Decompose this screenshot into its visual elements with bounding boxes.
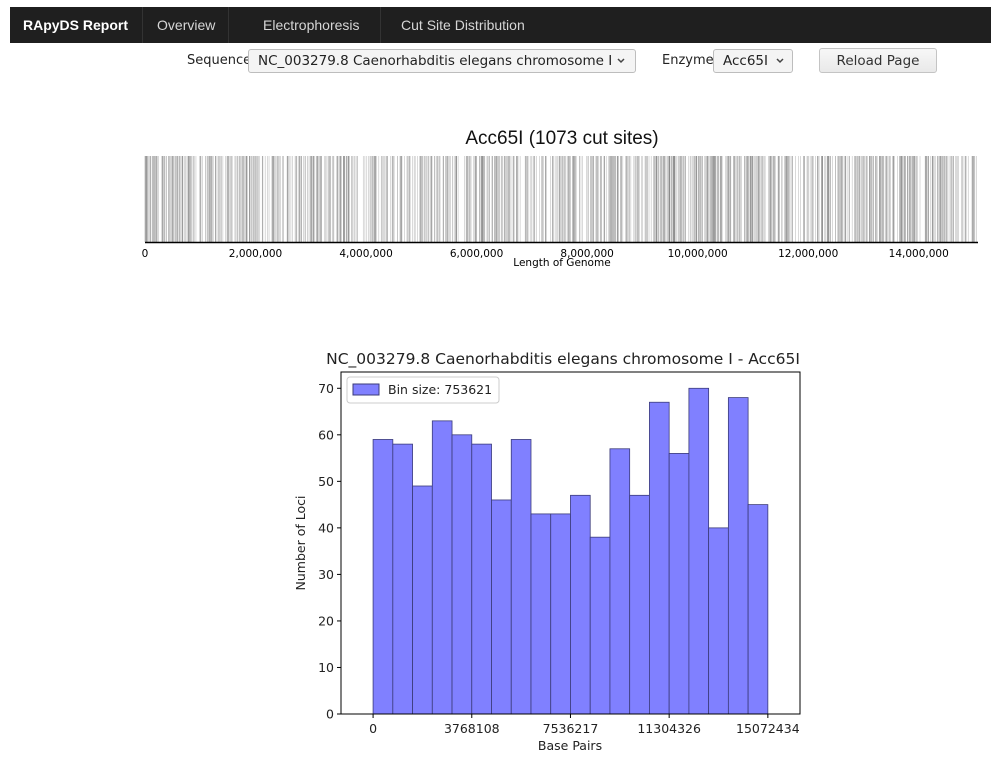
reload-page-button[interactable]: Reload Page	[819, 48, 937, 73]
histogram-bar	[510, 439, 532, 715]
enzyme-label: Enzyme:	[662, 53, 719, 68]
chevron-down-icon	[616, 54, 626, 71]
legend-swatch	[352, 383, 380, 396]
histogram-legend: Bin size: 753621	[346, 376, 500, 404]
histogram-bar	[431, 420, 453, 715]
cut-map-tick-label: 0	[142, 248, 149, 260]
y-tick-label: 20	[318, 613, 334, 628]
cut-map-tick-label: 2,000,000	[229, 248, 282, 260]
y-tick-label: 10	[318, 660, 334, 675]
cut-map-tick-label: 14,000,000	[889, 248, 949, 260]
enzyme-select-value: Acc65I	[723, 53, 769, 69]
x-tick-label: 0	[369, 721, 377, 736]
histogram-bar	[372, 439, 394, 715]
histogram-xlabel: Base Pairs	[538, 738, 602, 753]
histogram-bar	[491, 499, 512, 715]
x-tick-label: 3768108	[444, 721, 500, 736]
histogram-bar	[451, 434, 473, 715]
sequence-select[interactable]: NC_003279.8 Caenorhabditis elegans chrom…	[248, 49, 636, 73]
histogram-y-ticks: 0 10 20 30 40 50 60 70	[318, 381, 341, 722]
cut-map-tick-label: 12,000,000	[778, 248, 838, 260]
nav-electrophoresis[interactable]: Electrophoresis	[229, 7, 382, 43]
histogram-bar	[668, 453, 690, 715]
histogram-bar	[727, 397, 749, 715]
histogram-bar	[550, 513, 571, 715]
x-tick-label: 7536217	[543, 721, 599, 736]
y-tick-label: 70	[318, 381, 334, 396]
histogram-bar	[412, 485, 433, 715]
histogram-x-ticks: 0 3768108 7536217 11304326 15072434	[369, 714, 800, 736]
cut-map-title: Acc65I (1073 cut sites)	[465, 128, 659, 149]
nav-overview[interactable]: Overview	[143, 7, 230, 43]
cut-site-map: 0 2,000,000 4,000,000 6,000,000 8,000,000 10,…	[142, 156, 978, 269]
cut-map-tick-label: 6,000,000	[450, 248, 503, 260]
top-navbar: RApyDS Report Overview Electrophoresis C…	[10, 7, 991, 43]
y-tick-label: 40	[318, 520, 334, 535]
y-tick-label: 30	[318, 567, 334, 582]
cut-map-xlabel: Length of Genome	[513, 257, 610, 269]
enzyme-select[interactable]: Acc65I	[713, 49, 793, 73]
x-tick-label: 15072434	[736, 721, 800, 736]
sequence-label: Sequence:	[187, 53, 256, 68]
histogram-ylabel: Number of Loci	[293, 496, 308, 591]
x-tick-label: 11304326	[637, 721, 701, 736]
histogram-title: NC_003279.8 Caenorhabditis elegans chrom…	[326, 350, 800, 369]
histogram-bar	[688, 387, 710, 715]
cut-map-tick-label: 4,000,000	[339, 248, 392, 260]
legend-label: Bin size: 753621	[388, 382, 492, 397]
brand-link[interactable]: RApyDS Report	[10, 7, 144, 43]
controls-bar: Sequence: NC_003279.8 Caenorhabditis ele…	[0, 48, 1000, 76]
histogram-bar	[629, 494, 650, 715]
histogram-bar	[471, 443, 492, 715]
sequence-select-value: NC_003279.8 Caenorhabditis elegans chrom…	[258, 53, 613, 69]
histogram-bar	[649, 401, 670, 715]
histogram-bars	[372, 387, 769, 715]
nav-cut-site-distribution[interactable]: Cut Site Distribution	[381, 7, 535, 43]
histogram-bar	[747, 504, 769, 715]
y-tick-label: 0	[326, 707, 334, 722]
y-tick-label: 50	[318, 474, 334, 489]
histogram-bar	[589, 536, 611, 715]
chevron-down-icon	[775, 54, 785, 71]
histogram-bar	[392, 443, 413, 715]
histogram-bar	[708, 527, 729, 715]
histogram-bar	[570, 494, 591, 715]
cut-site-lines	[144, 156, 977, 242]
histogram-chart: NC_003279.8 Caenorhabditis elegans chrom…	[293, 350, 801, 753]
y-tick-label: 60	[318, 427, 334, 442]
cut-map-tick-label: 10,000,000	[668, 248, 728, 260]
histogram-bar	[609, 448, 631, 715]
histogram-bar	[530, 513, 552, 715]
